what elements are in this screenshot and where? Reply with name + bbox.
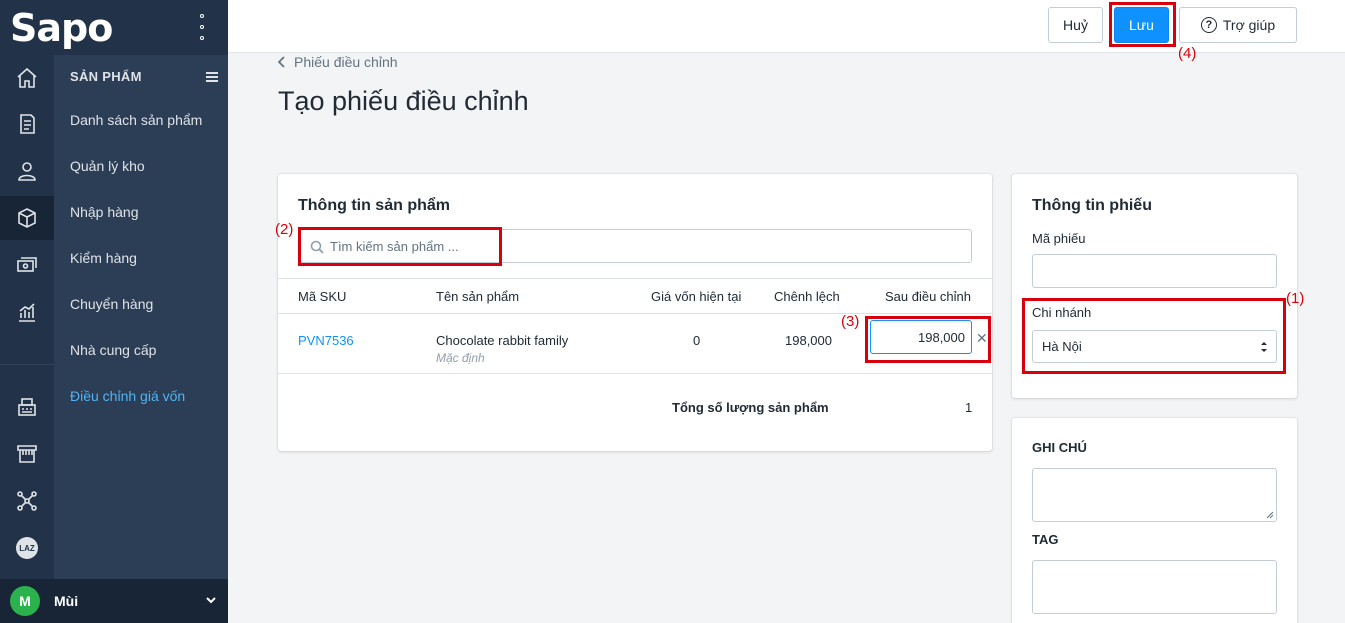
products-icon[interactable] [0, 196, 54, 240]
help-label: Trợ giúp [1222, 17, 1276, 33]
submenu-item-stocktake[interactable]: Kiểm hàng [70, 250, 137, 266]
annotation-label-4: (4) [1178, 45, 1197, 62]
submenu-item-cost-adjustment[interactable]: Điều chỉnh giá vốn [70, 388, 185, 404]
customers-icon[interactable] [0, 149, 54, 193]
logo-bar: Sapo [0, 0, 228, 55]
page-title: Tạo phiếu điều chỉnh [278, 86, 529, 116]
column-header-adjusted: Sau điều chỉnh [885, 289, 972, 304]
store-icon[interactable] [0, 432, 54, 476]
column-header-name: Tên sản phẩm [436, 289, 520, 304]
annotation-box-3 [865, 316, 991, 363]
code-label: Mã phiếu [1032, 231, 1086, 246]
total-label: Tổng số lượng sản phẩm [672, 400, 829, 415]
help-button[interactable]: ? Trợ giúp [1179, 7, 1297, 43]
annotation-box-2 [298, 227, 502, 266]
products-submenu: SẢN PHẨM Danh sách sản phẩm Quản lý kho … [54, 55, 228, 579]
orders-icon[interactable] [0, 102, 54, 146]
product-variant: Mặc định [436, 351, 485, 365]
annotation-label-1: (1) [1286, 290, 1305, 307]
lazada-icon[interactable]: LAZ [0, 526, 54, 570]
submenu-item-purchase[interactable]: Nhập hàng [70, 204, 139, 220]
notes-card: GHI CHÚ TAG [1012, 418, 1297, 623]
tag-label: TAG [1032, 532, 1059, 547]
chevron-down-icon [206, 597, 216, 604]
column-header-sku: Mã SKU [298, 289, 347, 304]
sku-link[interactable]: PVN7536 [298, 333, 354, 348]
difference-value: 198,000 [785, 333, 832, 348]
connect-icon[interactable] [0, 479, 54, 523]
product-info-card: Thông tin sản phẩm Tìm kiếm sản phẩm ...… [278, 174, 992, 451]
product-name: Chocolate rabbit family [436, 333, 569, 348]
column-header-current-cost: Giá vốn hiện tại [651, 289, 742, 304]
breadcrumb[interactable]: Phiếu điều chỉnh [278, 54, 398, 70]
breadcrumb-label: Phiếu điều chỉnh [294, 54, 398, 70]
resize-handle-icon[interactable] [1266, 511, 1274, 519]
note-textarea[interactable] [1032, 468, 1277, 522]
cancel-button[interactable]: Huỷ [1048, 7, 1103, 43]
user-bar[interactable]: M Mùi [0, 579, 228, 623]
note-label: GHI CHÚ [1032, 440, 1087, 455]
submenu-item-supplier[interactable]: Nhà cung cấp [70, 342, 156, 358]
home-icon[interactable] [0, 56, 54, 100]
product-card-title: Thông tin sản phẩm [298, 197, 450, 214]
annotation-box-1 [1022, 298, 1286, 374]
submenu-item-product-list[interactable]: Danh sách sản phẩm [70, 112, 202, 128]
avatar: M [10, 586, 40, 616]
tag-input[interactable] [1032, 560, 1277, 614]
lazada-badge: LAZ [16, 537, 38, 559]
chevron-left-icon [278, 56, 285, 68]
voucher-card-title: Thông tin phiếu [1032, 197, 1152, 214]
annotation-label-3: (3) [841, 313, 860, 330]
rail-divider [0, 364, 54, 365]
total-value: 1 [965, 400, 973, 415]
submenu-item-inventory[interactable]: Quản lý kho [70, 158, 145, 174]
submenu-item-transfer[interactable]: Chuyển hàng [70, 296, 153, 312]
current-cost-value: 0 [693, 333, 701, 348]
table-header: Mã SKU Tên sản phẩm Giá vốn hiện tại Chê… [278, 278, 992, 314]
cashbook-icon[interactable] [0, 243, 54, 287]
help-icon: ? [1200, 17, 1217, 33]
annotation-box-4 [1109, 2, 1176, 47]
user-name: Mùi [54, 593, 79, 609]
submenu-title: SẢN PHẨM [70, 69, 142, 84]
reports-icon[interactable] [0, 290, 54, 334]
sapo-logo[interactable]: Sapo [10, 6, 113, 50]
pos-icon[interactable] [0, 385, 54, 429]
column-header-difference: Chênh lệch [774, 289, 840, 304]
icon-rail: LAZ [0, 55, 54, 579]
more-menu-icon[interactable] [198, 14, 206, 40]
annotation-label-2: (2) [275, 221, 294, 238]
code-input[interactable] [1032, 254, 1277, 288]
hamburger-icon[interactable] [206, 72, 218, 82]
